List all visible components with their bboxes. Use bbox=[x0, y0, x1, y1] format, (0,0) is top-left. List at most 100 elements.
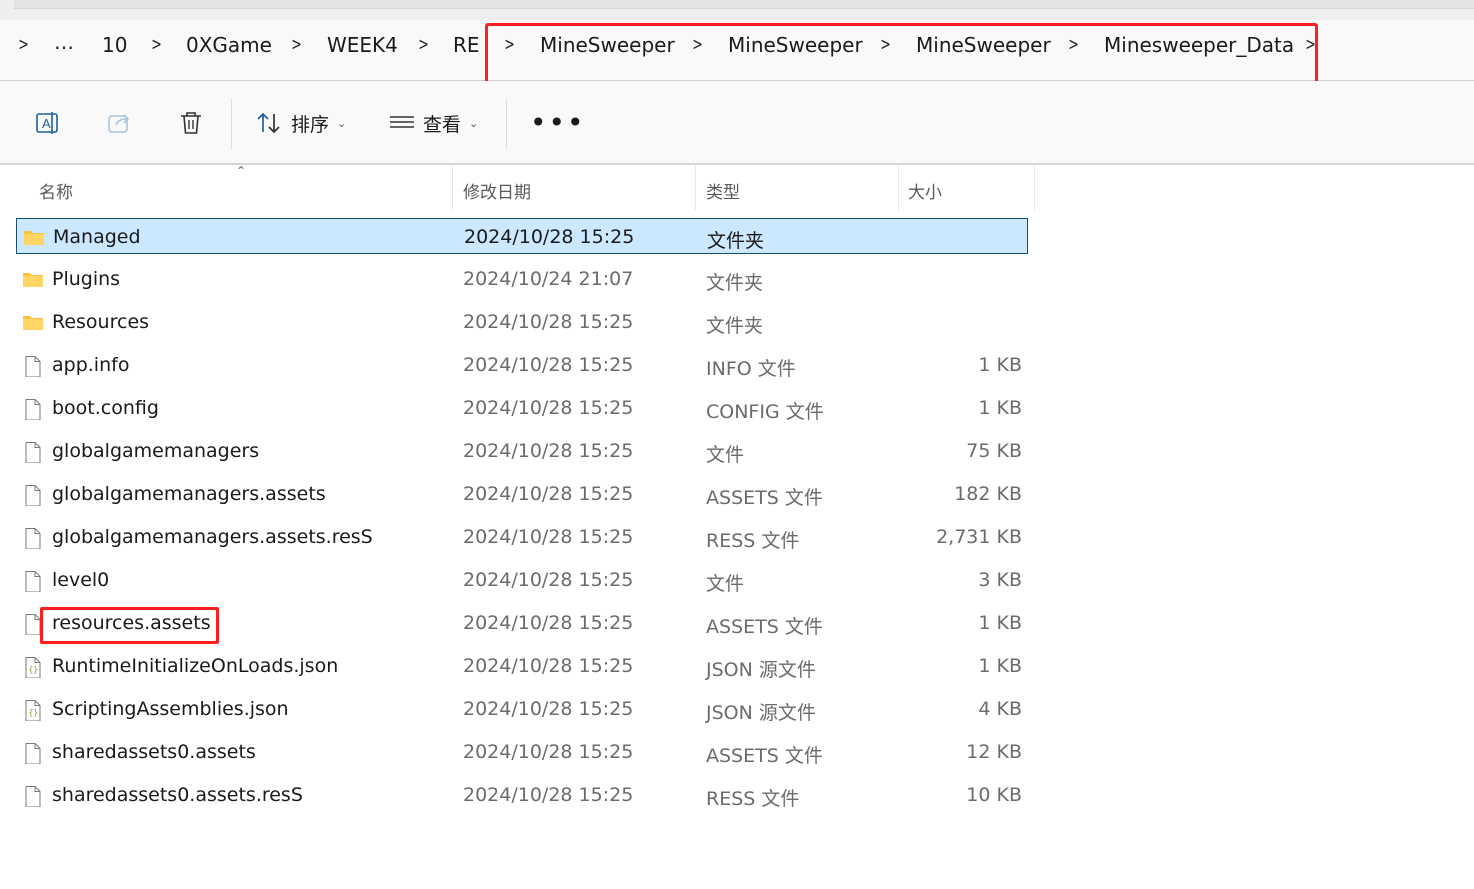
annotation-box-breadcrumb bbox=[485, 23, 1318, 84]
file-row[interactable]: globalgamemanagers.assets 2024/10/28 15:2… bbox=[16, 476, 1028, 512]
file-row[interactable]: globalgamemanagers.assets.resS 2024/10/28… bbox=[16, 519, 1028, 555]
folder-icon bbox=[23, 227, 45, 247]
breadcrumb-item[interactable]: 10 bbox=[102, 33, 127, 57]
file-type: ASSETS 文件 bbox=[706, 745, 823, 767]
file-type: JSON 源文件 bbox=[706, 702, 816, 724]
file-modified: 2024/10/28 15:25 bbox=[463, 440, 634, 462]
file-size: 1 KB bbox=[978, 655, 1022, 677]
file-icon bbox=[22, 742, 44, 765]
file-row[interactable]: sharedassets0.assets 2024/10/28 15:25 ASSE… bbox=[16, 734, 1028, 770]
file-type: 文件 bbox=[706, 573, 745, 595]
file-modified: 2024/10/28 15:25 bbox=[463, 483, 634, 505]
file-size: 75 KB bbox=[966, 440, 1022, 462]
share-button[interactable] bbox=[106, 107, 132, 139]
file-type: RESS 文件 bbox=[706, 530, 800, 552]
column-header-type[interactable]: 类型 bbox=[696, 166, 898, 210]
annotation-box-file bbox=[40, 607, 219, 644]
svg-text:A: A bbox=[42, 116, 51, 131]
file-name: globalgamemanagers bbox=[52, 440, 260, 462]
file-icon bbox=[22, 527, 44, 550]
chevron-down-icon: ⌄ bbox=[337, 116, 347, 130]
file-modified: 2024/10/28 15:25 bbox=[463, 397, 634, 419]
file-name: boot.config bbox=[52, 397, 159, 419]
file-type: 文件夹 bbox=[706, 272, 764, 294]
sort-icon bbox=[257, 112, 280, 134]
file-size: 3 KB bbox=[978, 569, 1022, 591]
command-bar: A 排序 ⌄ 查看 ⌄ ••• bbox=[0, 81, 1474, 165]
breadcrumb-item[interactable]: WEEK4 bbox=[327, 33, 398, 57]
scroll-strip bbox=[14, 0, 1474, 9]
file-type: 文件 bbox=[706, 444, 745, 466]
chevron-right-icon[interactable]: > bbox=[151, 34, 162, 55]
column-header-modified[interactable]: 修改日期 bbox=[453, 166, 695, 210]
view-label: 查看 bbox=[423, 113, 462, 136]
column-header-size[interactable]: 大小 bbox=[899, 166, 1034, 210]
sort-button[interactable]: 排序 ⌄ bbox=[255, 107, 346, 139]
file-name: globalgamemanagers.assets.resS bbox=[52, 526, 373, 548]
file-name: Resources bbox=[52, 311, 150, 333]
json-file-icon: {} bbox=[22, 699, 44, 722]
view-list-icon bbox=[390, 116, 414, 128]
file-row[interactable]: globalgamemanagers 2024/10/28 15:25 文件 75 K… bbox=[16, 433, 1028, 469]
svg-text:{}: {} bbox=[29, 665, 39, 674]
breadcrumb-overflow[interactable]: … bbox=[54, 30, 75, 54]
file-modified: 2024/10/28 15:25 bbox=[463, 655, 634, 677]
chevron-right-icon[interactable]: > bbox=[291, 34, 302, 55]
file-icon bbox=[22, 570, 44, 593]
file-row[interactable]: {} RuntimeInitializeOnLoads.json 2024/10/2… bbox=[16, 648, 1028, 684]
delete-button[interactable] bbox=[178, 107, 204, 139]
file-modified: 2024/10/28 15:25 bbox=[463, 526, 634, 548]
file-row[interactable]: Managed 2024/10/28 15:25 文件夹 bbox=[16, 218, 1028, 254]
file-size: 182 KB bbox=[954, 483, 1022, 505]
file-modified: 2024/10/28 15:25 bbox=[463, 354, 634, 376]
rename-button[interactable]: A bbox=[34, 107, 60, 139]
column-label: 大小 bbox=[908, 183, 942, 203]
more-icon: ••• bbox=[530, 106, 586, 139]
folder-icon bbox=[22, 312, 44, 332]
rename-icon: A bbox=[36, 112, 58, 134]
file-row[interactable]: Resources 2024/10/28 15:25 文件夹 bbox=[16, 304, 1028, 340]
file-name: Managed bbox=[53, 226, 141, 248]
file-name: app.info bbox=[52, 354, 130, 376]
file-modified: 2024/10/28 15:25 bbox=[463, 311, 634, 333]
file-icon bbox=[22, 355, 44, 378]
file-type: ASSETS 文件 bbox=[706, 616, 823, 638]
column-divider[interactable] bbox=[1034, 166, 1035, 210]
file-modified: 2024/10/28 15:25 bbox=[463, 784, 634, 806]
breadcrumb-item[interactable]: RE bbox=[453, 33, 480, 57]
chevron-right-icon[interactable]: > bbox=[418, 34, 429, 55]
file-type: 文件夹 bbox=[706, 315, 764, 337]
file-name: RuntimeInitializeOnLoads.json bbox=[52, 655, 339, 677]
file-name: ScriptingAssemblies.json bbox=[52, 698, 289, 720]
file-icon bbox=[22, 441, 44, 464]
file-row[interactable]: app.info 2024/10/28 15:25 INFO 文件 1 KB bbox=[16, 347, 1028, 383]
file-modified: 2024/10/28 15:25 bbox=[463, 569, 634, 591]
file-modified: 2024/10/28 15:25 bbox=[463, 741, 634, 763]
column-label: 名称 bbox=[39, 183, 73, 203]
view-button[interactable]: 查看 ⌄ bbox=[389, 107, 478, 139]
share-icon bbox=[108, 114, 130, 133]
breadcrumb-item[interactable]: 0XGame bbox=[186, 33, 272, 57]
chevron-down-icon: ⌄ bbox=[469, 116, 479, 130]
file-size: 4 KB bbox=[978, 698, 1022, 720]
more-options-button[interactable]: ••• bbox=[530, 107, 586, 139]
file-size: 1 KB bbox=[978, 397, 1022, 419]
column-label: 类型 bbox=[706, 183, 740, 203]
file-size: 12 KB bbox=[966, 741, 1022, 763]
file-icon bbox=[22, 398, 44, 421]
file-size: 2,731 KB bbox=[936, 526, 1022, 548]
file-row[interactable]: level0 2024/10/28 15:25 文件 3 KB bbox=[16, 562, 1028, 598]
file-type: ASSETS 文件 bbox=[706, 487, 823, 509]
file-row[interactable]: Plugins 2024/10/24 21:07 文件夹 bbox=[16, 261, 1028, 297]
file-size: 1 KB bbox=[978, 354, 1022, 376]
toolbar-divider bbox=[506, 99, 507, 149]
file-name: sharedassets0.assets bbox=[52, 741, 256, 763]
file-type: CONFIG 文件 bbox=[706, 401, 824, 423]
column-header-name[interactable]: 名称 bbox=[24, 166, 452, 210]
file-size: 10 KB bbox=[966, 784, 1022, 806]
file-row[interactable]: sharedassets0.assets.resS 2024/10/28 15:2… bbox=[16, 777, 1028, 813]
file-row[interactable]: {} ScriptingAssemblies.json 2024/10/28 15:… bbox=[16, 691, 1028, 727]
file-row[interactable]: boot.config 2024/10/28 15:25 CONFIG 文件 1 KB bbox=[16, 390, 1028, 426]
file-name: globalgamemanagers.assets bbox=[52, 483, 326, 505]
chevron-right-icon[interactable]: > bbox=[18, 34, 29, 55]
